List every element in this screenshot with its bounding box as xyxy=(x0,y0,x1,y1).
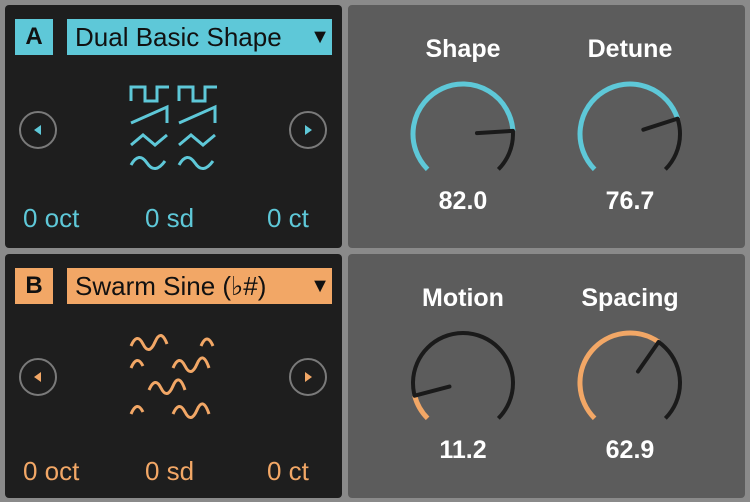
spacing-knob-needle xyxy=(636,339,661,374)
detune-knob-label: Detune xyxy=(587,35,673,63)
shape-knob-value: 82.0 xyxy=(438,187,488,215)
motion-knob-track xyxy=(411,331,515,420)
octave-a-value[interactable]: 0 oct xyxy=(23,203,79,234)
motion-knob-value-arc xyxy=(412,395,430,421)
semitone-b-value[interactable]: 0 sd xyxy=(145,456,194,487)
prev-waveform-b-button[interactable] xyxy=(19,358,57,396)
dropdown-arrow-icon: ▼ xyxy=(310,25,330,48)
octave-b-value[interactable]: 0 oct xyxy=(23,456,79,487)
waveform-a-label: Dual Basic Shape xyxy=(75,21,282,52)
semitone-a-value[interactable]: 0 sd xyxy=(145,203,194,234)
dual-basic-shape-waveform-icon xyxy=(129,85,217,170)
motion-knob[interactable] xyxy=(406,328,520,438)
detune-knob-needle xyxy=(641,116,680,132)
chevron-right-icon xyxy=(305,125,312,135)
cents-b-value[interactable]: 0 ct xyxy=(267,456,309,487)
detune-knob-value: 76.7 xyxy=(605,187,655,215)
chevron-right-icon xyxy=(305,372,312,382)
chevron-left-icon xyxy=(34,372,41,382)
waveform-b-label: Swarm Sine (♭#) xyxy=(75,270,267,301)
swarm-sine-waveform-icon xyxy=(129,334,215,419)
oscillator-a-badge[interactable]: A xyxy=(15,19,53,55)
motion-knob-label: Motion xyxy=(422,284,504,312)
motion-knob-needle xyxy=(412,384,452,398)
shape-knob-label: Shape xyxy=(425,35,501,63)
dropdown-arrow-icon: ▼ xyxy=(310,274,330,297)
waveform-b-dropdown[interactable]: Swarm Sine (♭#) ▼ xyxy=(67,268,332,304)
motion-knob-value: 11.2 xyxy=(439,436,487,464)
oscillator-b-knobs-panel: Motion 11.2 Spacing 62.9 xyxy=(348,254,745,498)
prev-waveform-a-button[interactable] xyxy=(19,111,57,149)
next-waveform-b-button[interactable] xyxy=(289,358,327,396)
spacing-knob-label: Spacing xyxy=(581,284,679,312)
spacing-knob[interactable] xyxy=(573,328,687,438)
cents-a-value[interactable]: 0 ct xyxy=(267,203,309,234)
shape-knob-value-arc xyxy=(410,81,516,172)
oscillator-b-badge[interactable]: B xyxy=(15,268,53,304)
spacing-knob-value-arc xyxy=(577,330,660,421)
waveform-a-dropdown[interactable]: Dual Basic Shape ▼ xyxy=(67,19,332,55)
shape-knob-needle xyxy=(474,128,515,136)
oscillator-a-knobs-panel: Shape 82.0 Detune 76.7 xyxy=(348,5,745,248)
oscillator-a-panel: A Dual Basic Shape ▼ 0 oct 0 sd 0 ct xyxy=(5,5,342,248)
spacing-knob-value: 62.9 xyxy=(605,436,655,464)
next-waveform-a-button[interactable] xyxy=(289,111,327,149)
oscillator-b-panel: B Swarm Sine (♭#) ▼ 0 oct 0 sd 0 ct xyxy=(5,254,342,498)
detune-knob[interactable] xyxy=(573,79,687,189)
chevron-left-icon xyxy=(34,125,41,135)
shape-knob[interactable] xyxy=(406,79,520,189)
detune-knob-value-arc xyxy=(577,81,680,172)
